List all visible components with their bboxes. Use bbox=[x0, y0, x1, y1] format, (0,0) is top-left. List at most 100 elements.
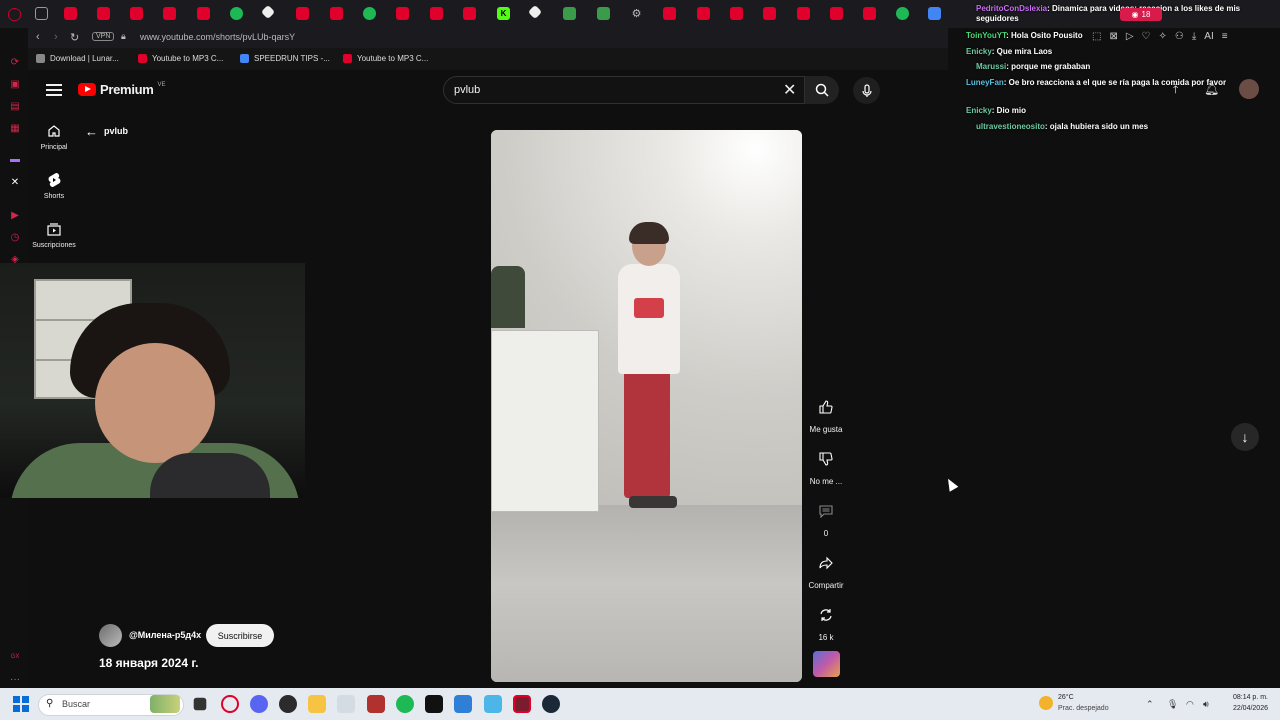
tab-drive-icon[interactable] bbox=[928, 7, 941, 20]
tab-youtube-14[interactable] bbox=[763, 7, 776, 20]
app-icon[interactable] bbox=[454, 695, 472, 713]
obs-app-icon[interactable] bbox=[513, 695, 531, 713]
sidebar-wallet-icon[interactable]: ▤ bbox=[8, 99, 22, 113]
tab-youtube-2[interactable] bbox=[97, 7, 110, 20]
nav-home[interactable]: Principal bbox=[28, 122, 80, 151]
search-input[interactable] bbox=[443, 76, 805, 104]
bookmark-item[interactable]: Youtube to MP3 C... bbox=[138, 54, 223, 63]
app-icon[interactable] bbox=[337, 695, 355, 713]
channel-avatar[interactable] bbox=[99, 624, 122, 647]
tab-youtube-11[interactable] bbox=[663, 7, 676, 20]
file-explorer-icon[interactable] bbox=[308, 695, 326, 713]
notifications-bell-icon[interactable]: 🔔︎ bbox=[1204, 82, 1219, 96]
steam-app-icon[interactable] bbox=[542, 695, 560, 713]
channel-handle[interactable]: @Милена-р5д4х bbox=[129, 630, 201, 640]
tab-youtube-4[interactable] bbox=[163, 7, 176, 20]
tab-youtube-9[interactable] bbox=[430, 7, 443, 20]
app-icon[interactable] bbox=[367, 695, 385, 713]
vpn-badge[interactable]: VPN bbox=[92, 32, 115, 41]
opera-logo-icon[interactable]: ◯ bbox=[7, 6, 22, 21]
tab-youtube-7[interactable] bbox=[330, 7, 343, 20]
weather-moon-icon[interactable] bbox=[1039, 696, 1053, 710]
tab-youtube-12[interactable] bbox=[697, 7, 710, 20]
tab-youtube-10[interactable] bbox=[463, 7, 476, 20]
url-field[interactable]: www.youtube.com/shorts/pvLUb-qarsY bbox=[140, 32, 295, 42]
tab-sheet-icon-2[interactable] bbox=[597, 7, 610, 20]
tray-volume-icon[interactable]: 🔊︎ bbox=[1203, 699, 1209, 710]
sidebar-news-icon[interactable]: ▦ bbox=[8, 121, 22, 135]
sidebar-history-icon[interactable]: ⟳ bbox=[8, 55, 22, 69]
sidebar-more-icon[interactable]: ··· bbox=[8, 672, 22, 686]
forward-icon[interactable]: › bbox=[54, 31, 58, 43]
tab-green-icon-2[interactable] bbox=[363, 7, 376, 20]
tab-gear-icon[interactable]: ⚙ bbox=[630, 7, 643, 20]
video-lamp bbox=[491, 266, 525, 328]
tab-youtube-17[interactable] bbox=[863, 7, 876, 20]
app-icon[interactable] bbox=[279, 695, 297, 713]
windows-start-button[interactable] bbox=[13, 696, 29, 712]
tab-youtube-15[interactable] bbox=[797, 7, 810, 20]
discord-app-icon[interactable] bbox=[250, 695, 268, 713]
lock-icon[interactable]: 🔒︎ bbox=[121, 31, 126, 42]
bookmark-item[interactable]: Download | Lunar... bbox=[36, 54, 119, 63]
tab-sheet-icon[interactable] bbox=[563, 7, 576, 20]
tab-youtube-13[interactable] bbox=[730, 7, 743, 20]
search-button[interactable] bbox=[805, 76, 839, 104]
next-short-button[interactable]: ↓ bbox=[1231, 423, 1259, 451]
sidebar-clock-icon[interactable]: ◷ bbox=[8, 230, 22, 244]
comments-button[interactable]: 0 bbox=[808, 497, 844, 538]
tab-youtube-5[interactable] bbox=[197, 7, 210, 20]
bookmark-item[interactable]: SPEEDRUN TIPS -... bbox=[240, 54, 330, 63]
sidebar-gx-icon[interactable]: GX bbox=[8, 650, 22, 664]
tab-kick-icon[interactable]: K bbox=[497, 7, 510, 20]
taskbar-clock-time[interactable]: 08:14 p. m. bbox=[1226, 694, 1268, 701]
nav-subscriptions[interactable]: Suscripciones bbox=[28, 220, 80, 249]
account-avatar[interactable] bbox=[1239, 79, 1259, 99]
subscribe-button[interactable]: Suscribirse bbox=[206, 624, 274, 647]
dislike-button[interactable]: No me ... bbox=[808, 445, 844, 486]
like-button[interactable]: Me gusta bbox=[808, 393, 844, 434]
tab-youtube-3[interactable] bbox=[130, 7, 143, 20]
bookmark-item[interactable]: Youtube to MP3 C... bbox=[343, 54, 428, 63]
reload-icon[interactable]: ↻ bbox=[70, 31, 79, 44]
tab-youtube-8[interactable] bbox=[396, 7, 409, 20]
tray-chevron-up-icon[interactable]: ⌃ bbox=[1146, 699, 1154, 710]
youtube-brand: Premium bbox=[100, 82, 154, 97]
video-child-shirt-print bbox=[634, 298, 664, 318]
youtube-logo[interactable]: Premium VE bbox=[78, 82, 166, 97]
tray-wifi-icon[interactable]: ◠ bbox=[1186, 699, 1194, 710]
tab-youtube-1[interactable] bbox=[64, 7, 77, 20]
tab-overview-icon[interactable] bbox=[35, 7, 48, 20]
nav-shorts[interactable]: Shorts bbox=[28, 171, 80, 200]
sound-thumbnail[interactable] bbox=[813, 651, 840, 677]
tab-green-icon[interactable] bbox=[230, 7, 243, 20]
opera-gx-app-icon[interactable] bbox=[221, 695, 239, 713]
clear-search-icon[interactable]: ✕ bbox=[783, 80, 796, 100]
tab-youtube-16[interactable] bbox=[830, 7, 843, 20]
back-arrow-icon[interactable]: ← bbox=[85, 124, 98, 139]
tray-microphone-icon[interactable]: 🎙︎ bbox=[1167, 699, 1178, 710]
tab-green-icon-3[interactable] bbox=[896, 7, 909, 20]
sidebar-x-icon[interactable]: ✕ bbox=[8, 175, 22, 189]
tab-youtube-6[interactable] bbox=[296, 7, 309, 20]
hamburger-menu-icon[interactable] bbox=[46, 84, 62, 96]
mouse-cursor bbox=[943, 476, 959, 492]
windows-taskbar bbox=[0, 688, 1280, 720]
spotify-app-icon[interactable] bbox=[396, 695, 414, 713]
share-button[interactable]: Compartir bbox=[808, 549, 844, 590]
voice-search-button[interactable] bbox=[853, 77, 880, 104]
taskbar-clock-date[interactable]: 22/04/2026 bbox=[1226, 705, 1268, 712]
search-highlight-icon[interactable] bbox=[150, 695, 180, 713]
short-video-player[interactable] bbox=[491, 130, 802, 682]
sidebar-player-icon[interactable]: ▶ bbox=[8, 208, 22, 222]
capcut-app-icon[interactable] bbox=[425, 695, 443, 713]
task-view-icon[interactable] bbox=[193, 697, 207, 711]
sidebar-twitch-icon[interactable]: ▬ bbox=[8, 152, 22, 166]
sidebar-bag-icon[interactable]: ▣ bbox=[8, 77, 22, 91]
back-icon[interactable]: ‹ bbox=[36, 31, 40, 43]
app-icon[interactable] bbox=[484, 695, 502, 713]
chat-message: Enicky: Que mira Laos bbox=[966, 47, 1053, 56]
upload-icon[interactable]: ⤒ bbox=[1173, 82, 1178, 97]
remix-button[interactable]: 16 k bbox=[808, 601, 844, 642]
streamer-face bbox=[95, 343, 215, 463]
